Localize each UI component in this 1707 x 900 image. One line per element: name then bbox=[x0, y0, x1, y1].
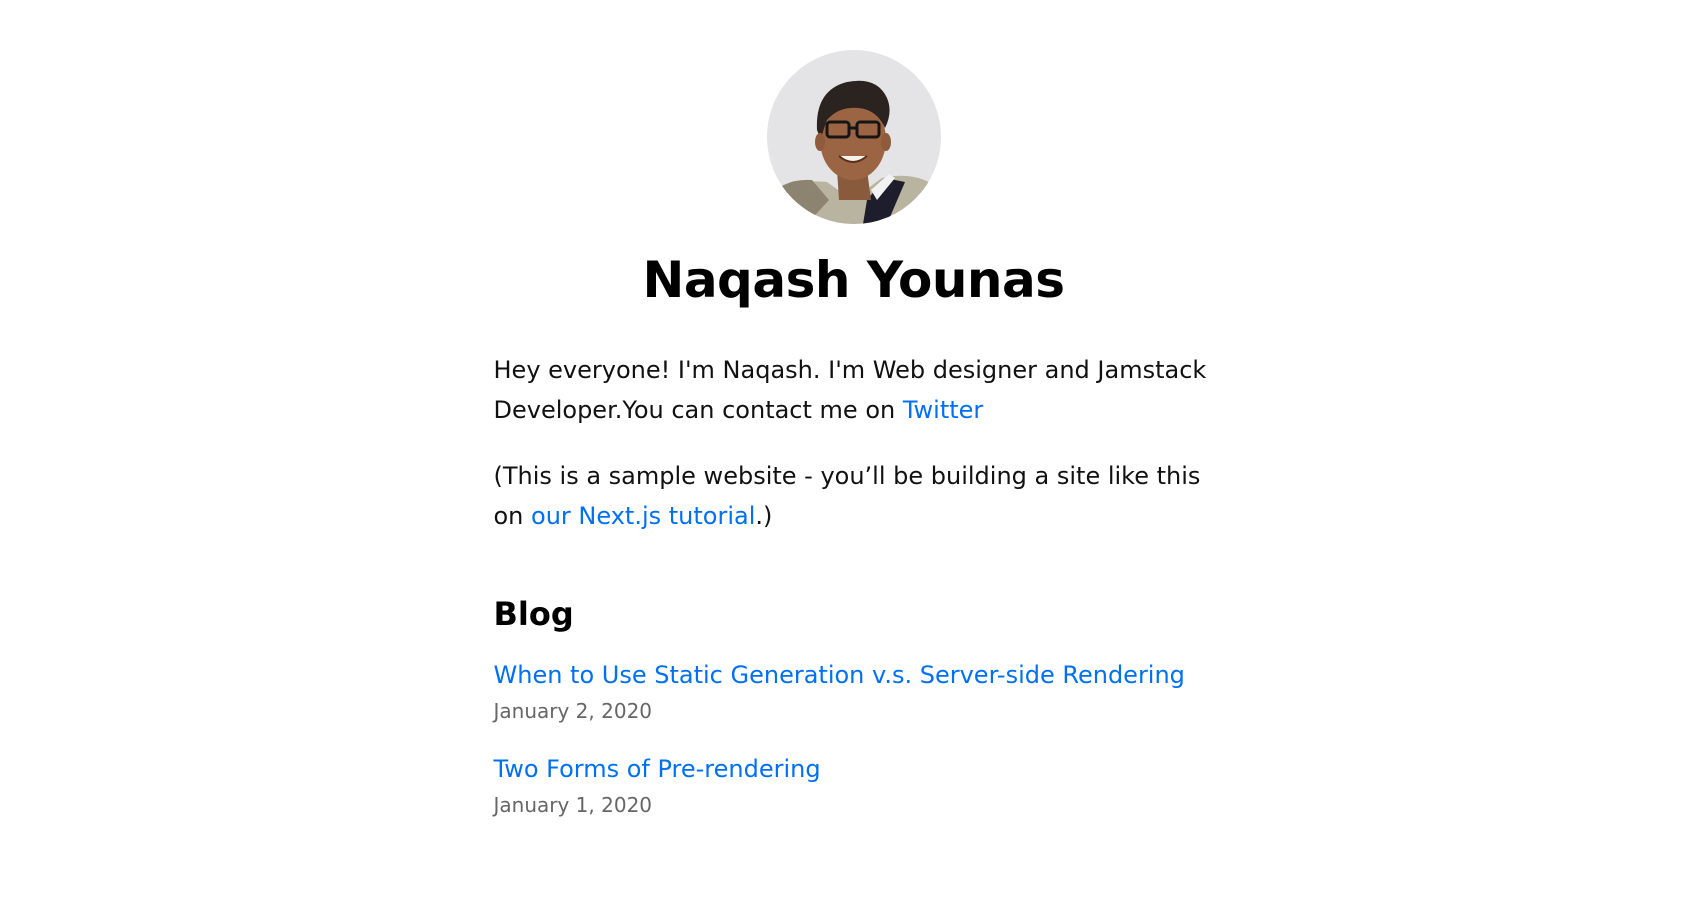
profile-header: Naqash Younas bbox=[494, 50, 1214, 310]
sample-note-suffix: .) bbox=[755, 502, 773, 530]
intro-text: Hey everyone! I'm Naqash. I'm Web design… bbox=[493, 356, 1207, 424]
blog-post-item: When to Use Static Generation v.s. Serve… bbox=[494, 655, 1214, 727]
blog-post-date: January 1, 2020 bbox=[493, 792, 653, 817]
profile-photo-icon bbox=[766, 50, 941, 224]
page-container: Naqash Younas Hey everyone! I'm Naqash. … bbox=[494, 0, 1214, 821]
blog-heading: Blog bbox=[493, 595, 574, 633]
profile-avatar bbox=[766, 50, 941, 224]
blog-section: Blog When to Use Static Generation v.s. … bbox=[494, 592, 1214, 821]
sample-note-paragraph: (This is a sample website - you’ll be bu… bbox=[494, 456, 1214, 536]
intro-paragraph: Hey everyone! I'm Naqash. I'm Web design… bbox=[494, 350, 1214, 430]
blog-post-list: When to Use Static Generation v.s. Serve… bbox=[494, 655, 1214, 821]
intro-section: Hey everyone! I'm Naqash. I'm Web design… bbox=[494, 350, 1214, 536]
blog-post-link[interactable]: When to Use Static Generation v.s. Serve… bbox=[494, 655, 1185, 695]
blog-post-date: January 2, 2020 bbox=[493, 698, 653, 723]
page-title: Naqash Younas bbox=[642, 251, 1065, 309]
blog-post-item: Two Forms of Pre-rendering January 1, 20… bbox=[494, 749, 1214, 821]
blog-post-link[interactable]: Two Forms of Pre-rendering bbox=[494, 749, 821, 789]
nextjs-tutorial-link[interactable]: our Next.js tutorial bbox=[531, 502, 755, 530]
twitter-link[interactable]: Twitter bbox=[903, 396, 983, 424]
